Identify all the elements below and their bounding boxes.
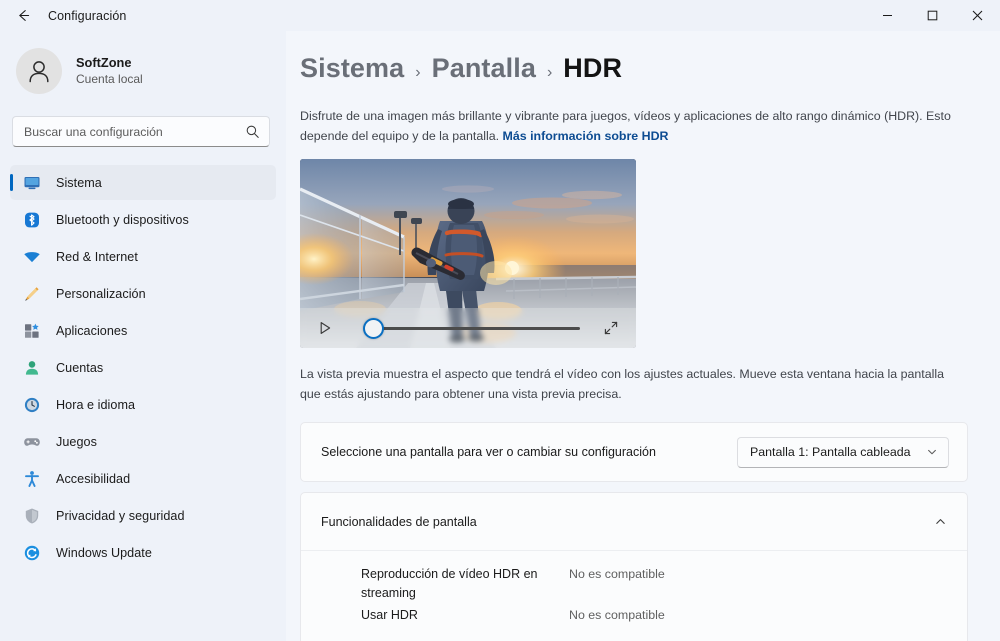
capabilities-title: Funcionalidades de pantalla [321, 514, 477, 529]
sidebar-item-personalizacion[interactable]: Personalización [10, 276, 276, 311]
video-controls [300, 308, 636, 349]
back-arrow-icon [18, 10, 29, 21]
search-box[interactable] [12, 116, 270, 147]
capabilities-expander[interactable]: Funcionalidades de pantalla [301, 493, 967, 550]
capability-name: Reproducción de vídeo HDR en streaming [361, 567, 538, 600]
account-name: SoftZone [76, 55, 132, 70]
breadcrumb-item-pantalla[interactable]: Pantalla [432, 53, 536, 84]
sidebar-item-label: Cuentas [56, 360, 104, 375]
sidebar-item-label: Personalización [56, 286, 146, 301]
clock-icon [22, 395, 42, 415]
window-body: SoftZone Cuenta local Buscar una configu… [0, 31, 1000, 641]
sidebar-item-hora-idioma[interactable]: Hora e idioma [10, 387, 276, 422]
breadcrumb: Sistema › Pantalla › HDR [300, 31, 1000, 84]
close-icon [972, 10, 983, 21]
back-button[interactable] [6, 1, 40, 31]
search-input[interactable] [24, 124, 245, 139]
sidebar-item-juegos[interactable]: Juegos [10, 424, 276, 459]
maximize-button[interactable] [910, 0, 955, 31]
sidebar-item-label: Windows Update [56, 545, 152, 560]
bluetooth-icon [22, 210, 42, 230]
sidebar-item-label: Juegos [56, 434, 97, 449]
seek-thumb[interactable] [363, 317, 385, 339]
window-controls [865, 0, 1000, 31]
sidebar-item-red-internet[interactable]: Red & Internet [10, 239, 276, 274]
capability-name: Usar HDR [361, 608, 418, 623]
capabilities-list: Reproducción de vídeo HDR en streaming N… [301, 551, 967, 641]
sidebar-item-sistema[interactable]: Sistema [10, 165, 276, 200]
display-select[interactable]: Pantalla 1: Pantalla cableada [737, 436, 949, 468]
sidebar-item-bluetooth[interactable]: Bluetooth y dispositivos [10, 202, 276, 237]
title-bar: Configuración [0, 0, 1000, 31]
avatar [16, 48, 62, 94]
chevron-up-icon [936, 519, 945, 525]
sidebar-item-aplicaciones[interactable]: Aplicaciones [10, 313, 276, 348]
person-avatar-icon [29, 61, 49, 83]
account-block[interactable]: SoftZone Cuenta local [0, 31, 286, 94]
sidebar-item-windows-update[interactable]: Windows Update [10, 535, 276, 570]
sidebar-nav: Sistema Bluetooth y dispositivos Red & I… [0, 165, 286, 570]
display-select-card: Seleccione una pantalla para ver o cambi… [300, 422, 968, 483]
play-button[interactable] [314, 317, 336, 339]
fullscreen-icon [604, 322, 618, 335]
sidebar-item-label: Sistema [56, 175, 102, 190]
display-select-value: Pantalla 1: Pantalla cableada [750, 445, 911, 460]
display-select-row: Seleccione una pantalla para ver o cambi… [301, 423, 967, 481]
gamepad-icon [22, 432, 42, 452]
display-capabilities-card: Funcionalidades de pantalla Reproducción… [300, 492, 968, 641]
seek-slider[interactable] [354, 317, 586, 339]
monitor-icon [22, 173, 42, 193]
breadcrumb-separator: › [546, 64, 553, 81]
account-subtitle: Cuenta local [76, 71, 143, 86]
close-button[interactable] [955, 0, 1000, 31]
sidebar-item-label: Accesibilidad [56, 471, 131, 486]
main-content: Sistema › Pantalla › HDR Disfrute de una… [286, 31, 1000, 641]
sidebar-item-accesibilidad[interactable]: Accesibilidad [10, 461, 276, 496]
minimize-icon [883, 15, 892, 16]
sidebar-item-label: Red & Internet [56, 249, 138, 264]
settings-window: Configuración SoftZone Cuenta local Busc… [0, 0, 1000, 641]
search-wrapper [12, 116, 270, 147]
sidebar-item-cuentas[interactable]: Cuentas [10, 350, 276, 385]
preview-note: La vista previa muestra el aspecto que t… [300, 367, 945, 402]
brush-icon [22, 284, 42, 304]
accessibility-icon [22, 469, 42, 489]
wifi-icon [22, 247, 42, 267]
intro-text: Disfrute de una imagen más brillante y v… [300, 106, 960, 146]
capability-value: No es compatible [569, 608, 665, 623]
person-icon [22, 358, 42, 378]
display-select-label: Seleccione una pantalla para ver o cambi… [321, 445, 656, 460]
capability-row: Reproducción de vídeo HDR en streaming N… [361, 565, 947, 602]
shield-icon [22, 506, 42, 526]
video-preview[interactable] [300, 159, 636, 349]
sidebar-item-label: Hora e idioma [56, 397, 136, 412]
fullscreen-button[interactable] [600, 317, 622, 339]
chevron-down-icon [928, 450, 936, 455]
play-icon [320, 322, 331, 335]
sidebar-item-privacidad-seguridad[interactable]: Privacidad y seguridad [10, 498, 276, 533]
sidebar-item-label: Bluetooth y dispositivos [56, 212, 189, 227]
more-info-link[interactable]: Más información sobre HDR [503, 129, 669, 143]
sidebar-item-label: Aplicaciones [56, 323, 128, 338]
capability-value: No es compatible [569, 567, 665, 582]
sidebar-item-label: Privacidad y seguridad [56, 508, 185, 523]
breadcrumb-item-hdr: HDR [563, 53, 623, 83]
minimize-button[interactable] [865, 0, 910, 31]
breadcrumb-item-sistema[interactable]: Sistema [300, 53, 404, 84]
maximize-icon [927, 10, 938, 21]
app-title: Configuración [48, 8, 127, 23]
update-icon [22, 543, 42, 563]
apps-icon [22, 321, 42, 341]
search-icon [246, 125, 259, 138]
capability-row: Usar HDR No es compatible [361, 606, 947, 625]
sidebar: SoftZone Cuenta local Buscar una configu… [0, 31, 286, 641]
seek-track [366, 326, 580, 330]
breadcrumb-separator: › [415, 64, 421, 81]
